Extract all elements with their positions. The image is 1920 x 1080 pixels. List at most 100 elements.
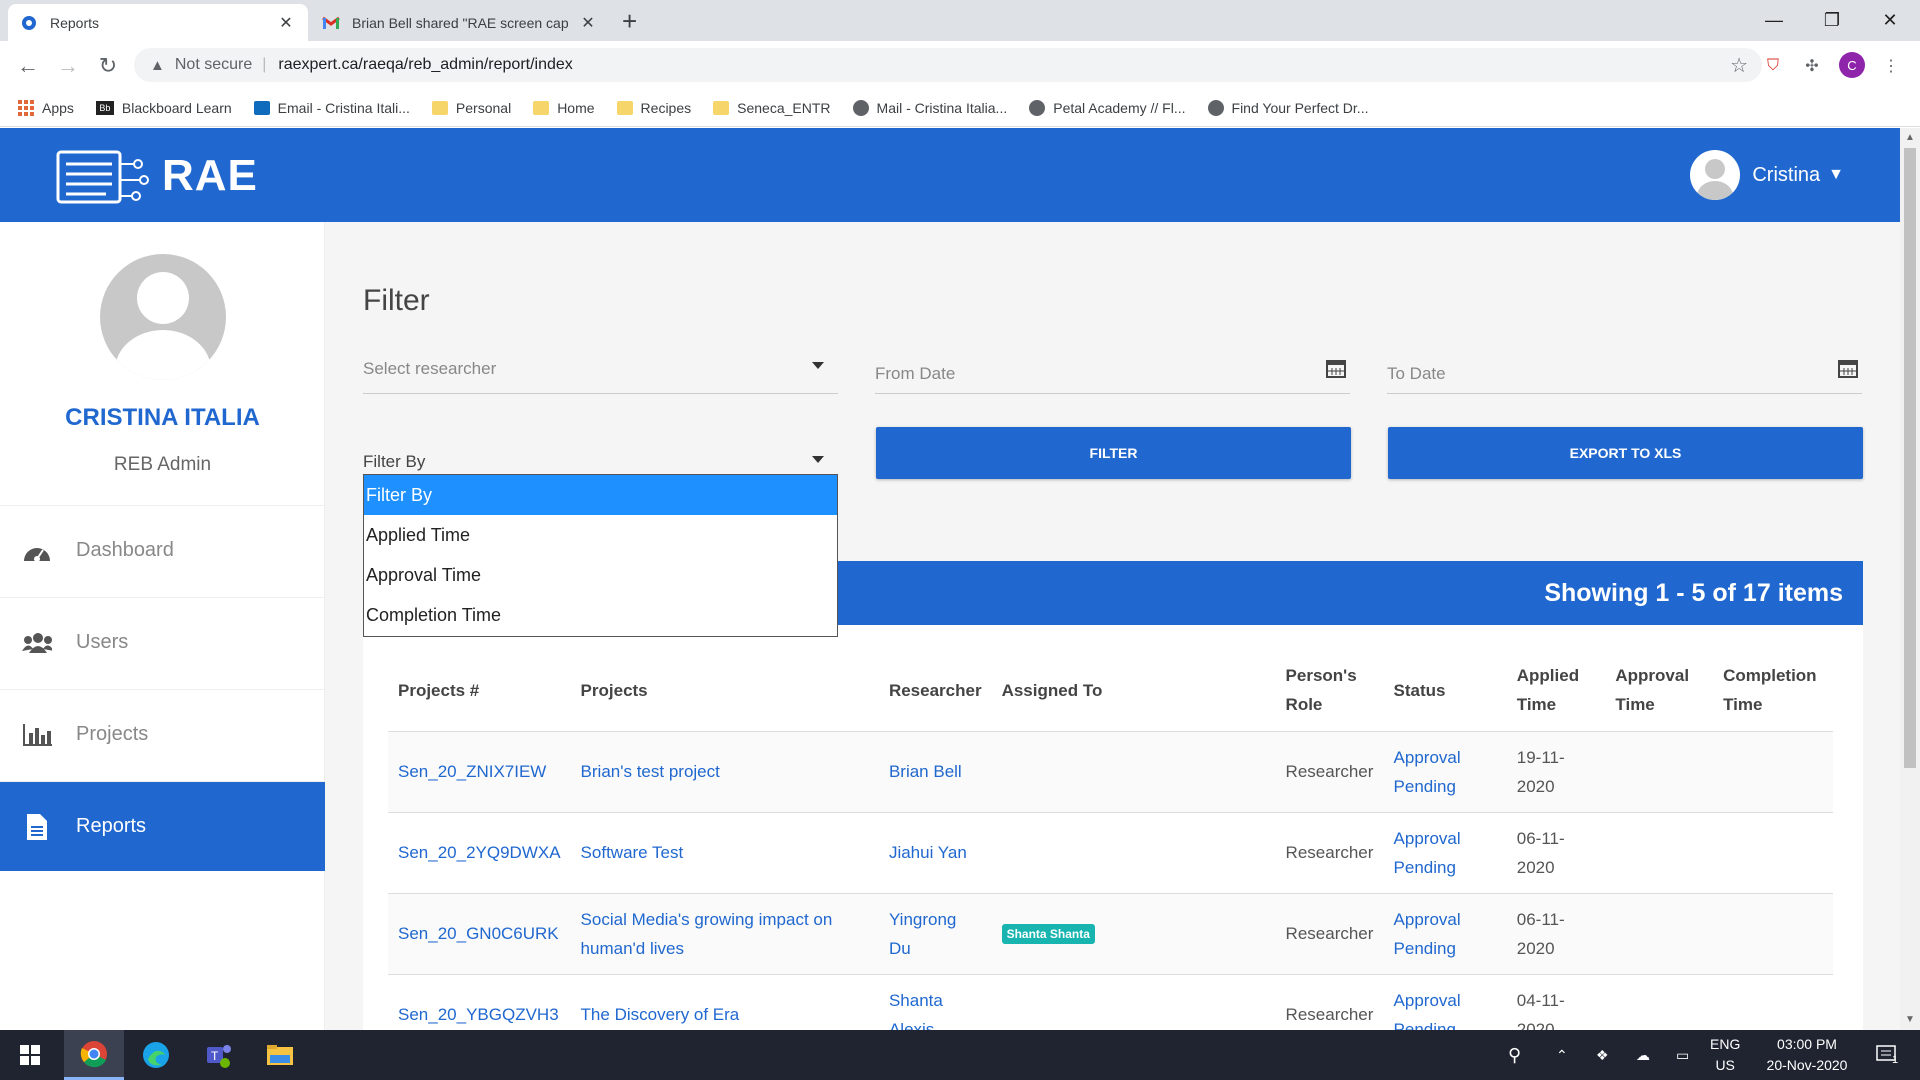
omnibox[interactable]: ▲ Not secure | raexpert.ca/raeqa/reb_adm… bbox=[134, 48, 1762, 82]
input-language[interactable]: ENG US bbox=[1710, 1034, 1740, 1076]
bookmark-petal[interactable]: Petal Academy // Fl... bbox=[1029, 99, 1186, 116]
minimize-icon[interactable]: — bbox=[1745, 0, 1803, 41]
teams-icon[interactable]: T bbox=[188, 1030, 248, 1080]
export-xls-button[interactable]: EXPORT TO XLS bbox=[1388, 427, 1863, 479]
completion-time-cell bbox=[1713, 893, 1833, 975]
clock-date: 20-Nov-2020 bbox=[1766, 1057, 1848, 1073]
close-window-icon[interactable]: ✕ bbox=[1861, 0, 1919, 41]
column-header[interactable]: Projects bbox=[570, 650, 879, 732]
researcher-select[interactable]: Select researcher bbox=[363, 344, 838, 394]
reload-icon[interactable]: ↻ bbox=[94, 53, 122, 79]
tab-title: Brian Bell shared "RAE screen cap bbox=[352, 14, 569, 31]
project-name-link[interactable]: Brian's test project bbox=[581, 762, 720, 781]
bookmark-recipes[interactable]: Recipes bbox=[616, 100, 691, 116]
column-header[interactable]: Status bbox=[1383, 650, 1507, 732]
column-header[interactable]: Projects # bbox=[388, 650, 571, 732]
file-explorer-icon[interactable] bbox=[250, 1030, 310, 1080]
network-icon[interactable]: ☁ bbox=[1636, 1030, 1650, 1080]
edge-icon[interactable] bbox=[126, 1030, 186, 1080]
bookmark-apps[interactable]: Apps bbox=[18, 99, 74, 116]
column-header[interactable]: Researcher bbox=[878, 650, 992, 732]
researcher-link[interactable]: Brian Bell bbox=[889, 762, 962, 781]
status-link[interactable]: Approval Pending bbox=[1394, 829, 1461, 877]
sidebar-item-reports[interactable]: Reports bbox=[0, 781, 325, 871]
profile-avatar[interactable]: C bbox=[1839, 52, 1865, 78]
bookmark-personal[interactable]: Personal bbox=[431, 100, 511, 116]
from-date-field[interactable]: From Date bbox=[875, 344, 1350, 394]
project-name-link[interactable]: The Discovery of Era bbox=[581, 1005, 740, 1024]
maximize-icon[interactable]: ❐ bbox=[1803, 0, 1861, 41]
project-id-link[interactable]: Sen_20_YBGQZVH3 bbox=[398, 1005, 559, 1024]
status-link[interactable]: Approval Pending bbox=[1394, 748, 1461, 796]
filter-button[interactable]: FILTER bbox=[876, 427, 1351, 479]
calendar-icon[interactable] bbox=[1326, 358, 1346, 383]
outlook-icon bbox=[253, 100, 270, 115]
project-id-link[interactable]: Sen_20_ZNIX7IEW bbox=[398, 762, 546, 781]
project-name-link[interactable]: Software Test bbox=[581, 843, 684, 862]
filter-by-option[interactable]: Completion Time bbox=[364, 595, 837, 635]
bookmark-label: Home bbox=[557, 99, 595, 116]
bookmark-mail[interactable]: Mail - Cristina Italia... bbox=[852, 99, 1007, 116]
globe-icon bbox=[20, 14, 38, 32]
windows-start-icon[interactable] bbox=[0, 1030, 60, 1080]
scroll-up-icon[interactable]: ▲ bbox=[1905, 132, 1915, 143]
bookmark-label: Find Your Perfect Dr... bbox=[1231, 99, 1369, 116]
calendar-icon[interactable] bbox=[1838, 358, 1858, 383]
to-date-field[interactable]: To Date bbox=[1387, 344, 1862, 394]
new-tab-button[interactable]: + bbox=[622, 6, 637, 37]
filter-by-option[interactable]: Applied Time bbox=[364, 515, 837, 555]
page-scrollbar[interactable]: ▲ ▼ bbox=[1900, 128, 1920, 1030]
sidebar-item-label: Dashboard bbox=[76, 539, 174, 561]
forward-icon[interactable]: → bbox=[54, 53, 82, 79]
dropbox-icon[interactable]: ❖ bbox=[1596, 1030, 1609, 1080]
researcher-link[interactable]: Jiahui Yan bbox=[889, 843, 967, 862]
researcher-link[interactable]: Yingrong Du bbox=[889, 910, 956, 958]
sidebar-item-label: Projects bbox=[76, 723, 149, 745]
bookmark-email[interactable]: Email - Cristina Itali... bbox=[253, 100, 410, 116]
scrollbar-thumb[interactable] bbox=[1904, 148, 1916, 768]
filter-by-select[interactable]: Filter By bbox=[363, 428, 838, 478]
app-logo[interactable]: RAE bbox=[56, 146, 258, 206]
close-tab-icon[interactable]: ✕ bbox=[578, 13, 598, 33]
tab-gmail[interactable]: Brian Bell shared "RAE screen cap ✕ bbox=[310, 4, 610, 41]
sidebar-item-projects[interactable]: Projects bbox=[0, 689, 325, 779]
column-header[interactable]: Completion Time bbox=[1713, 650, 1833, 732]
column-header[interactable]: Person's Role bbox=[1275, 650, 1384, 732]
sidebar-item-users[interactable]: Users bbox=[0, 597, 325, 687]
column-header[interactable]: Applied Time bbox=[1506, 650, 1606, 732]
status-link[interactable]: Approval Pending bbox=[1394, 910, 1461, 958]
warning-icon: ▲ bbox=[150, 56, 165, 74]
people-icon[interactable]: ⚲ bbox=[1508, 1030, 1521, 1080]
user-menu[interactable]: Cristina ▼ bbox=[1690, 150, 1844, 200]
project-name-link[interactable]: Social Media's growing impact on human'd… bbox=[581, 910, 833, 958]
bookmarks-bar: Apps Bb Blackboard Learn Email - Cristin… bbox=[0, 89, 1920, 127]
sidebar-item-dashboard[interactable]: Dashboard bbox=[0, 505, 325, 595]
column-header[interactable]: Assigned To bbox=[991, 650, 1276, 732]
tab-reports[interactable]: Reports ✕ bbox=[8, 4, 308, 41]
filter-by-option[interactable]: Filter By bbox=[364, 475, 837, 515]
extensions-puzzle-icon[interactable]: ✣ bbox=[1801, 55, 1823, 77]
system-clock[interactable]: 03:00 PM 20-Nov-2020 bbox=[1752, 1034, 1862, 1076]
bookmark-home[interactable]: Home bbox=[533, 99, 595, 116]
browser-tab-bar: Reports ✕ Brian Bell shared "RAE screen … bbox=[0, 0, 1920, 41]
scroll-down-icon[interactable]: ▼ bbox=[1905, 1014, 1915, 1025]
extension-shield-icon[interactable]: ⛉ bbox=[1762, 55, 1784, 77]
chevron-up-icon[interactable]: ⌃ bbox=[1556, 1030, 1568, 1080]
bookmark-find[interactable]: Find Your Perfect Dr... bbox=[1207, 99, 1369, 116]
filter-by-option[interactable]: Approval Time bbox=[364, 555, 837, 595]
bookmark-seneca[interactable]: Seneca_ENTR bbox=[713, 100, 831, 116]
battery-icon[interactable]: ▭ bbox=[1676, 1030, 1689, 1080]
notifications-icon[interactable]: 1 bbox=[1876, 1030, 1898, 1080]
table-header-row: Projects # Projects Researcher Assigned … bbox=[388, 650, 1833, 732]
menu-kebab-icon[interactable]: ⋮ bbox=[1880, 55, 1902, 77]
close-tab-icon[interactable]: ✕ bbox=[276, 13, 296, 33]
project-id-link[interactable]: Sen_20_2YQ9DWXA bbox=[398, 843, 561, 862]
bookmark-blackboard[interactable]: Bb Blackboard Learn bbox=[95, 100, 232, 116]
column-header[interactable]: Approval Time bbox=[1605, 650, 1714, 732]
project-id-link[interactable]: Sen_20_GN0C6URK bbox=[398, 924, 559, 943]
results-summary: Showing 1 - 5 of 17 items bbox=[1544, 578, 1843, 607]
back-icon[interactable]: ← bbox=[14, 53, 42, 79]
profile-role: REB Admin bbox=[113, 454, 212, 475]
chrome-icon[interactable] bbox=[64, 1030, 124, 1080]
bookmark-star-icon[interactable]: ☆ bbox=[1730, 53, 1748, 78]
